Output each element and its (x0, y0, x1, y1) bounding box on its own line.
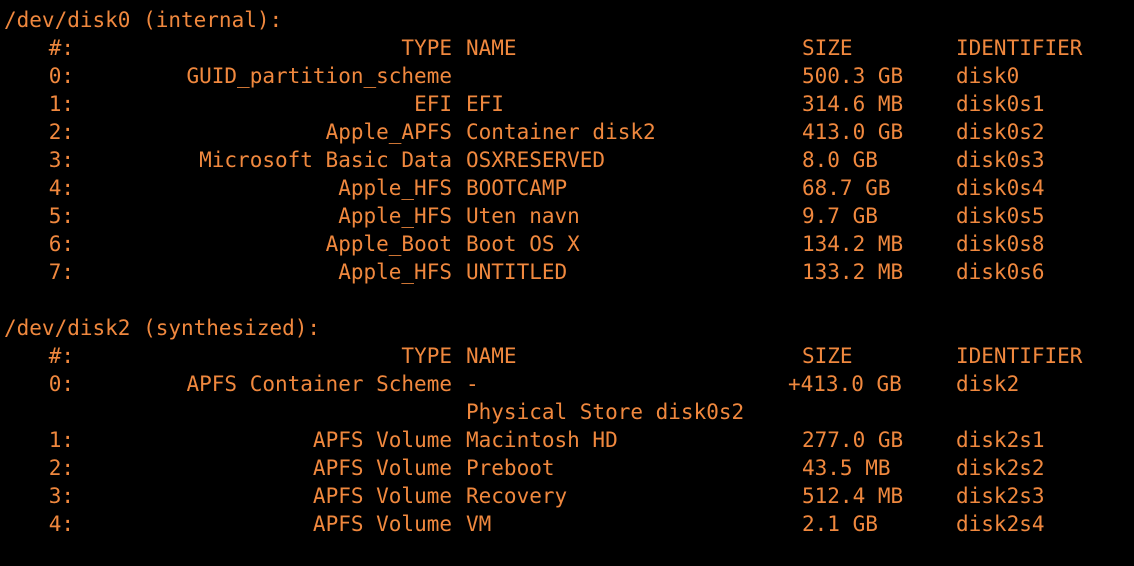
row-identifier: disk0 (956, 64, 1020, 88)
column-num-header: #: (48, 344, 74, 368)
row-num: 2: (48, 456, 74, 480)
row-type: APFS Container Scheme (186, 372, 452, 396)
row-name: EFI (466, 92, 504, 116)
row-identifier: disk0s6 (956, 260, 1045, 284)
row-name: Boot OS X (466, 232, 580, 256)
row-type: Apple_HFS (338, 204, 452, 228)
row-num: 0: (48, 64, 74, 88)
row-size: 413.0 GB (802, 120, 904, 144)
row-identifier: disk2s3 (956, 484, 1045, 508)
partition-row: 3: Microsoft Basic Data OSXRESERVED 8.0 … (0, 146, 1134, 174)
row-name: Recovery (466, 484, 568, 508)
disk-header-text: /dev/disk0 (internal): (4, 8, 283, 32)
row-name: - (466, 372, 479, 396)
row-size: 9.7 GB (802, 204, 878, 228)
partition-row: 0: GUID_partition_scheme 500.3 GB disk0 (0, 62, 1134, 90)
column-identifier-header: IDENTIFIER (956, 344, 1083, 368)
column-name-header: NAME (466, 344, 517, 368)
row-size: 314.6 MB (802, 92, 904, 116)
row-size: 134.2 MB (802, 232, 904, 256)
disk-header: /dev/disk0 (internal): (0, 6, 1134, 34)
disk-header: /dev/disk2 (synthesized): (0, 314, 1134, 342)
column-header-row: #: TYPE NAME SIZE IDENTIFIER (0, 34, 1134, 62)
column-num-header: #: (48, 36, 74, 60)
partition-row: 6: Apple_Boot Boot OS X 134.2 MB disk0s8 (0, 230, 1134, 258)
partition-row-continuation: Physical Store disk0s2 (0, 398, 1134, 426)
partition-row: 7: Apple_HFS UNTITLED 133.2 MB disk0s6 (0, 258, 1134, 286)
column-size-header: SIZE (802, 36, 853, 60)
column-header-row: #: TYPE NAME SIZE IDENTIFIER (0, 342, 1134, 370)
partition-row: 4: APFS Volume VM 2.1 GB disk2s4 (0, 510, 1134, 538)
row-size: 277.0 GB (802, 428, 904, 452)
row-type: APFS Volume (312, 512, 452, 536)
row-identifier: disk0s8 (956, 232, 1045, 256)
row-num: 4: (48, 176, 74, 200)
partition-row: 2: Apple_APFS Container disk2 413.0 GB d… (0, 118, 1134, 146)
row-type: Microsoft Basic Data (199, 148, 452, 172)
row-identifier: disk2s4 (956, 512, 1045, 536)
row-type: APFS Volume (312, 484, 452, 508)
row-identifier: disk2 (956, 372, 1020, 396)
row-type: APFS Volume (312, 428, 452, 452)
row-num: 3: (48, 484, 74, 508)
column-size-header: SIZE (802, 344, 853, 368)
row-num: 3: (48, 148, 74, 172)
row-name: Physical Store disk0s2 (466, 400, 745, 424)
partition-row: 1: APFS Volume Macintosh HD 277.0 GB dis… (0, 426, 1134, 454)
row-type: Apple_HFS (338, 176, 452, 200)
row-num: 7: (48, 260, 74, 284)
column-identifier-header: IDENTIFIER (956, 36, 1083, 60)
row-num: 1: (48, 92, 74, 116)
row-name: Preboot (466, 456, 555, 480)
disk-header-text: /dev/disk2 (synthesized): (4, 316, 321, 340)
row-size: 8.0 GB (802, 148, 878, 172)
row-identifier: disk0s5 (956, 204, 1045, 228)
row-size: 512.4 MB (802, 484, 904, 508)
row-identifier: disk0s1 (956, 92, 1045, 116)
row-type: Apple_APFS (325, 120, 452, 144)
row-identifier: disk2s1 (956, 428, 1045, 452)
row-type: GUID_partition_scheme (186, 64, 452, 88)
row-name: OSXRESERVED (466, 148, 606, 172)
row-type: EFI (414, 92, 452, 116)
row-num: 4: (48, 512, 74, 536)
row-size: 133.2 MB (802, 260, 904, 284)
row-name: BOOTCAMP (466, 176, 568, 200)
column-name-header: NAME (466, 36, 517, 60)
row-type: Apple_HFS (338, 260, 452, 284)
row-num: 0: (48, 372, 74, 396)
row-size: +413.0 GB (788, 372, 902, 396)
row-num: 5: (48, 204, 74, 228)
row-name: Container disk2 (466, 120, 656, 144)
row-num: 2: (48, 120, 74, 144)
row-size: 68.7 GB (802, 176, 891, 200)
partition-row: 0: APFS Container Scheme - +413.0 GB dis… (0, 370, 1134, 398)
row-identifier: disk0s4 (956, 176, 1045, 200)
row-name: VM (466, 512, 492, 536)
partition-row: 3: APFS Volume Recovery 512.4 MB disk2s3 (0, 482, 1134, 510)
row-type: APFS Volume (312, 456, 452, 480)
row-name: Macintosh HD (466, 428, 618, 452)
row-identifier: disk0s2 (956, 120, 1045, 144)
partition-row: 5: Apple_HFS Uten navn 9.7 GB disk0s5 (0, 202, 1134, 230)
column-type-header: TYPE (401, 36, 452, 60)
row-num: 6: (48, 232, 74, 256)
partition-row: 4: Apple_HFS BOOTCAMP 68.7 GB disk0s4 (0, 174, 1134, 202)
partition-row: 2: APFS Volume Preboot 43.5 MB disk2s2 (0, 454, 1134, 482)
row-size: 500.3 GB (802, 64, 904, 88)
partition-row: 1: EFI EFI 314.6 MB disk0s1 (0, 90, 1134, 118)
terminal-window: /dev/disk0 (internal): #: TYPE NAME SIZE… (0, 0, 1134, 566)
row-size: 43.5 MB (802, 456, 891, 480)
row-size: 2.1 GB (802, 512, 878, 536)
row-identifier: disk0s3 (956, 148, 1045, 172)
row-type: Apple_Boot (325, 232, 452, 256)
column-type-header: TYPE (401, 344, 452, 368)
row-name: Uten navn (466, 204, 580, 228)
row-name: UNTITLED (466, 260, 568, 284)
row-identifier: disk2s2 (956, 456, 1045, 480)
row-num: 1: (48, 428, 74, 452)
